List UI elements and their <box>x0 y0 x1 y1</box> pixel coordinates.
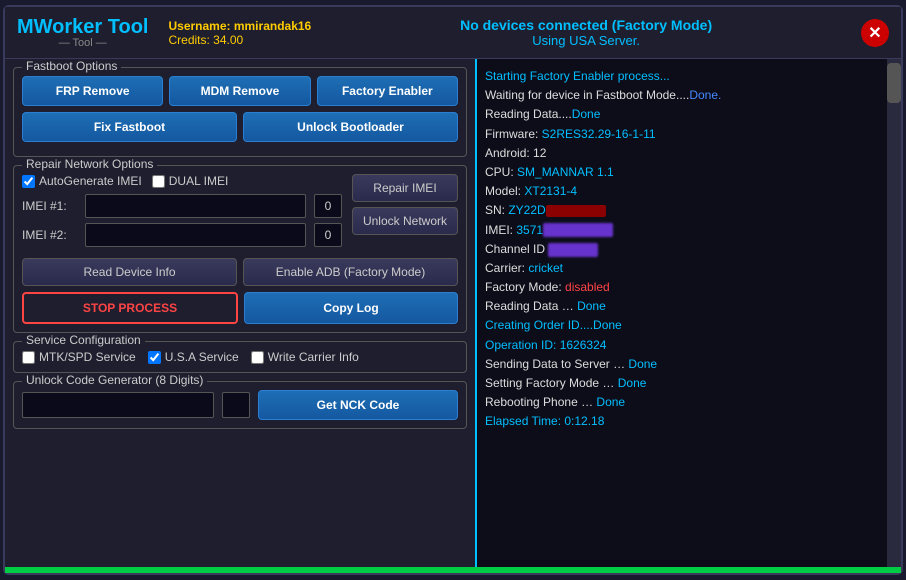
imei1-input[interactable] <box>85 194 306 218</box>
log-line-9: IMEI: 3571 <box>485 221 883 240</box>
log-line-3: Reading Data....Done <box>485 105 883 124</box>
log-line-2: Waiting for device in Fastboot Mode....D… <box>485 86 883 105</box>
get-nck-button[interactable]: Get NCK Code <box>258 390 458 420</box>
fix-fastboot-button[interactable]: Fix Fastboot <box>22 112 237 142</box>
close-button[interactable]: ✕ <box>861 19 889 47</box>
bottom-btns-row: Read Device Info Enable ADB (Factory Mod… <box>22 258 458 286</box>
imei2-label: IMEI #2: <box>22 228 77 242</box>
fastboot-options-label: Fastboot Options <box>22 59 121 73</box>
log-line-12: Factory Mode: disabled <box>485 278 883 297</box>
mtk-spd-checkbox[interactable] <box>22 351 35 364</box>
logo-area: MWorker Tool — Tool — <box>17 17 148 49</box>
auto-imei-checkbox[interactable] <box>22 175 35 188</box>
log-line-15: Operation ID: 1626324 <box>485 336 883 355</box>
enable-adb-button[interactable]: Enable ADB (Factory Mode) <box>243 258 458 286</box>
write-carrier-checkbox-label[interactable]: Write Carrier Info <box>251 350 359 364</box>
fastboot-btn-row2: Fix Fastboot Unlock Bootloader <box>22 112 458 142</box>
unlock-network-button[interactable]: Unlock Network <box>352 207 458 235</box>
imei2-input[interactable] <box>85 223 306 247</box>
unlock-bootloader-button[interactable]: Unlock Bootloader <box>243 112 458 142</box>
log-line-16: Sending Data to Server … Done <box>485 355 883 374</box>
app-subtitle: — Tool — <box>59 37 107 49</box>
bottom-progress-bar <box>5 567 901 573</box>
frp-remove-button[interactable]: FRP Remove <box>22 76 163 106</box>
log-line-10: Channel ID <box>485 240 883 259</box>
credits-label: Credits: 34.00 <box>168 33 311 47</box>
user-info: Username: mmirandak16 Credits: 34.00 <box>168 19 311 47</box>
imei1-num[interactable] <box>314 194 342 218</box>
status-line1: No devices connected (Factory Mode) <box>331 17 841 33</box>
nck-input[interactable] <box>22 392 214 418</box>
imei2-num[interactable] <box>314 223 342 247</box>
stop-copy-row: STOP PROCESS Copy Log <box>22 292 458 324</box>
username-label: Username: mmirandak16 <box>168 19 311 33</box>
nck-row: Get NCK Code <box>22 390 458 420</box>
log-line-13: Reading Data … Done <box>485 297 883 316</box>
imei-checkbox-row: AutoGenerate IMEI DUAL IMEI <box>22 174 342 188</box>
service-row: MTK/SPD Service U.S.A Service Write Carr… <box>22 350 458 364</box>
unlock-code-group: Unlock Code Generator (8 Digits) Get NCK… <box>13 381 467 429</box>
scrollbar[interactable] <box>887 59 901 567</box>
content-area: Fastboot Options FRP Remove MDM Remove F… <box>5 59 901 567</box>
service-config-label: Service Configuration <box>22 333 145 347</box>
imei1-label: IMEI #1: <box>22 199 77 213</box>
repair-network-label: Repair Network Options <box>22 157 157 171</box>
repair-imei-button[interactable]: Repair IMEI <box>352 174 458 202</box>
dual-imei-checkbox[interactable] <box>152 175 165 188</box>
log-line-14: Creating Order ID....Done <box>485 316 883 335</box>
log-panel: Starting Factory Enabler process... Wait… <box>475 59 901 567</box>
imei-right-buttons: Repair IMEI Unlock Network <box>352 174 458 235</box>
dual-imei-checkbox-label[interactable]: DUAL IMEI <box>152 174 229 188</box>
fastboot-options-group: Fastboot Options FRP Remove MDM Remove F… <box>13 67 467 157</box>
stop-process-button[interactable]: STOP PROCESS <box>22 292 238 324</box>
mdm-remove-button[interactable]: MDM Remove <box>169 76 310 106</box>
factory-enabler-button[interactable]: Factory Enabler <box>317 76 458 106</box>
left-panel: Fastboot Options FRP Remove MDM Remove F… <box>5 59 475 567</box>
title-bar: MWorker Tool — Tool — Username: mmiranda… <box>5 7 901 59</box>
log-line-6: CPU: SM_MANNAR 1.1 <box>485 163 883 182</box>
copy-log-button[interactable]: Copy Log <box>244 292 458 324</box>
read-device-info-button[interactable]: Read Device Info <box>22 258 237 286</box>
app-title: MWorker Tool <box>17 17 148 37</box>
channel-blurred <box>548 243 598 257</box>
log-line-1: Starting Factory Enabler process... <box>485 67 883 86</box>
imei1-row: IMEI #1: <box>22 194 342 218</box>
nck-num[interactable] <box>222 392 250 418</box>
log-line-5: Android: 12 <box>485 144 883 163</box>
fastboot-btn-row1: FRP Remove MDM Remove Factory Enabler <box>22 76 458 106</box>
log-line-18: Rebooting Phone … Done <box>485 393 883 412</box>
service-config-group: Service Configuration MTK/SPD Service U.… <box>13 341 467 373</box>
status-line2: Using USA Server. <box>331 33 841 48</box>
scrollbar-thumb[interactable] <box>887 63 901 103</box>
auto-imei-checkbox-label[interactable]: AutoGenerate IMEI <box>22 174 142 188</box>
log-line-4: Firmware: S2RES32.29-16-1-11 <box>485 125 883 144</box>
mtk-spd-checkbox-label[interactable]: MTK/SPD Service <box>22 350 136 364</box>
imei-blurred <box>543 223 613 237</box>
usa-service-checkbox[interactable] <box>148 351 161 364</box>
repair-network-group: Repair Network Options AutoGenerate IMEI… <box>13 165 467 333</box>
write-carrier-checkbox[interactable] <box>251 351 264 364</box>
sn-redacted <box>546 205 606 217</box>
imei2-row: IMEI #2: <box>22 223 342 247</box>
log-line-19: Elapsed Time: 0:12.18 <box>485 412 883 431</box>
status-center: No devices connected (Factory Mode) Usin… <box>331 17 841 48</box>
usa-service-checkbox-label[interactable]: U.S.A Service <box>148 350 239 364</box>
main-window: MWorker Tool — Tool — Username: mmiranda… <box>3 5 903 575</box>
log-line-11: Carrier: cricket <box>485 259 883 278</box>
log-line-17: Setting Factory Mode … Done <box>485 374 883 393</box>
unlock-code-label: Unlock Code Generator (8 Digits) <box>22 373 207 387</box>
log-line-7: Model: XT2131-4 <box>485 182 883 201</box>
log-line-8: SN: ZY22D <box>485 201 883 220</box>
